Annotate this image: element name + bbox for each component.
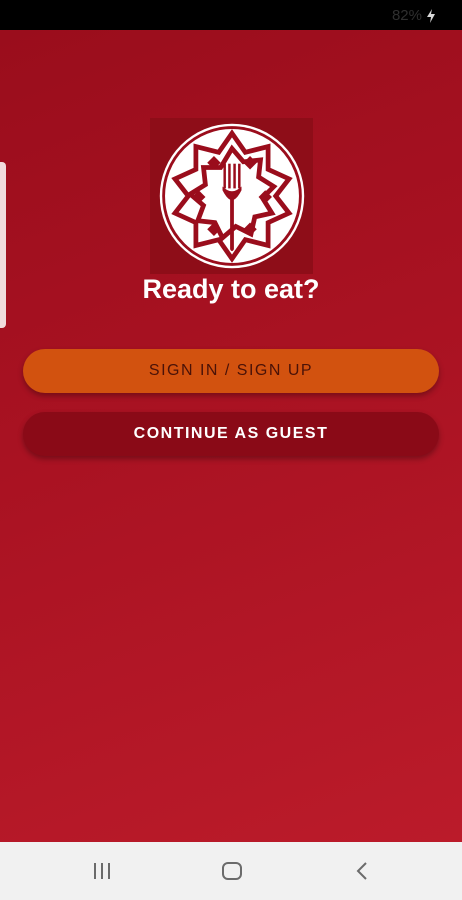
- app-content: Ready to eat? SIGN IN / SIGN UP CONTINUE…: [0, 30, 462, 842]
- home-button[interactable]: [212, 856, 252, 886]
- back-icon: [356, 862, 367, 880]
- status-right-group: 82%: [392, 7, 436, 24]
- continue-as-guest-label: CONTINUE AS GUEST: [133, 425, 329, 442]
- sign-in-sign-up-button[interactable]: SIGN IN / SIGN UP: [23, 349, 439, 393]
- charging-bolt-icon: [427, 8, 435, 23]
- mandala-fork-logo-icon: [159, 123, 304, 269]
- system-navigation-bar: [0, 842, 462, 900]
- recents-icon: [94, 863, 110, 879]
- status-bar: 82%: [0, 0, 462, 30]
- continue-as-guest-button[interactable]: CONTINUE AS GUEST: [23, 412, 439, 456]
- battery-percentage: 82%: [391, 7, 422, 24]
- page-title: Ready to eat?: [142, 274, 320, 304]
- home-icon: [222, 862, 242, 880]
- phone-screen: 82% Ready to eat? SIGN IN / SIGN UP CONT…: [0, 0, 462, 900]
- sign-in-sign-up-label: SIGN IN / SIGN UP: [148, 362, 314, 379]
- recents-button[interactable]: [82, 856, 122, 886]
- app-logo: [150, 118, 313, 274]
- back-button[interactable]: [342, 856, 382, 886]
